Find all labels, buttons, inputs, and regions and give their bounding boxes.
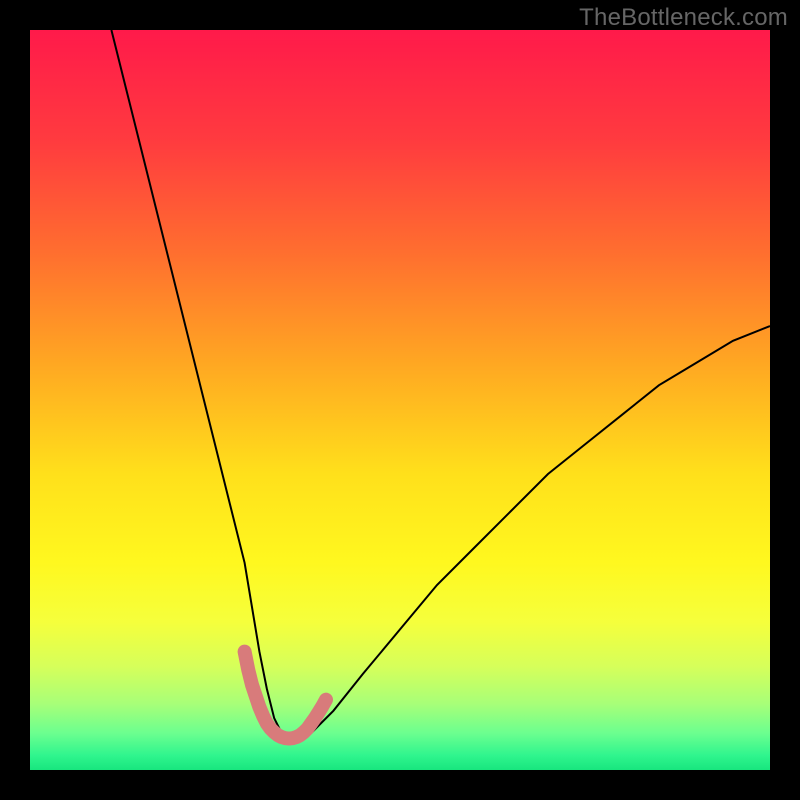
watermark-text: TheBottleneck.com xyxy=(579,4,788,32)
plot-area xyxy=(30,30,770,770)
highlighted-segment xyxy=(245,652,326,739)
chart-lines xyxy=(30,30,770,770)
outer-frame: TheBottleneck.com xyxy=(0,0,800,800)
bottleneck-curve xyxy=(111,30,770,740)
